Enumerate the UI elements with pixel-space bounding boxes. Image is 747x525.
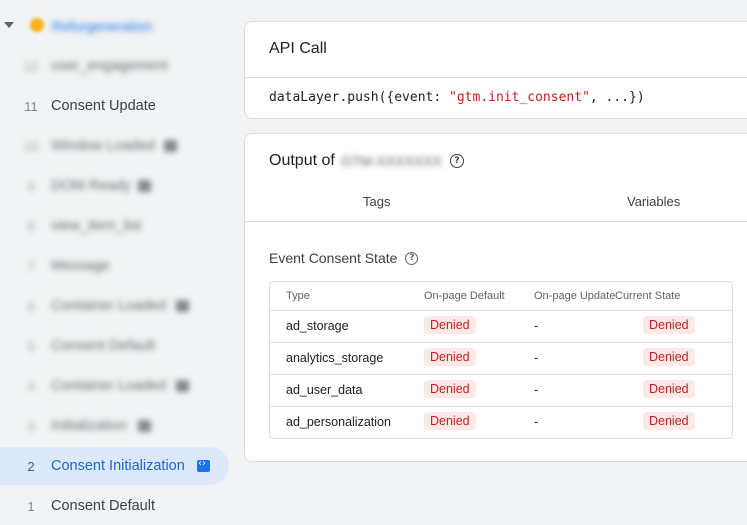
caret-down-icon[interactable] <box>4 22 14 28</box>
column-header: On-page Update <box>534 290 616 302</box>
column-header: Current State <box>615 290 681 302</box>
divider <box>245 221 747 222</box>
tab-tags[interactable]: Tags <box>363 194 390 209</box>
api-call-card: API Call dataLayer.push({event: "gtm.ini… <box>244 21 747 119</box>
code-string: "gtm.init_consent" <box>449 90 590 105</box>
event-number: 11 <box>24 98 38 114</box>
event-item[interactable]: 5 Consent Default <box>0 327 228 365</box>
event-label: Container Loaded <box>51 298 167 314</box>
table-header-row: Type On-page Default On-page Update Curr… <box>270 282 732 310</box>
status-badge: Denied <box>643 412 695 430</box>
table-row: analytics_storage Denied - Denied <box>270 342 732 374</box>
event-label: Consent Default <box>51 338 155 354</box>
consent-type: ad_storage <box>286 319 349 333</box>
event-number: 8 <box>27 218 35 234</box>
event-label: Container Loaded <box>51 378 167 394</box>
output-card: Output of GTM-XXXXXXX ? Tags Variables E… <box>244 133 747 462</box>
status-badge: Denied <box>424 412 476 430</box>
tag-fired-icon <box>176 380 189 392</box>
event-number: 2 <box>27 458 35 474</box>
column-header: Type <box>286 290 310 302</box>
event-label: Consent Update <box>51 98 156 114</box>
status-badge: Denied <box>424 380 476 398</box>
consent-type: analytics_storage <box>286 351 384 365</box>
column-header: On-page Default <box>424 290 505 302</box>
event-number: 3 <box>27 418 35 434</box>
help-icon[interactable]: ? <box>449 154 464 168</box>
output-title: Output of GTM-XXXXXXX ? <box>269 152 464 170</box>
event-item[interactable]: 8 view_item_list <box>0 207 228 245</box>
help-icon[interactable]: ? <box>405 251 419 265</box>
status-badge: Denied <box>643 380 695 398</box>
status-badge: Denied <box>643 348 695 366</box>
tag-fired-icon <box>176 300 189 312</box>
event-label: Initialization <box>51 418 127 434</box>
divider <box>245 77 747 78</box>
api-call-code: dataLayer.push({event: "gtm.init_consent… <box>269 90 645 105</box>
status-badge: Denied <box>424 316 476 334</box>
event-item[interactable]: 3 Initialization <box>0 407 228 445</box>
table-row: ad_user_data Denied - Denied <box>270 374 732 406</box>
event-item-consent-update[interactable]: 11 Consent Update <box>0 87 228 125</box>
event-item[interactable]: 10 Window Loaded <box>0 127 228 165</box>
output-title-text: Output of <box>269 152 335 169</box>
tab-variables[interactable]: Variables <box>627 194 680 209</box>
status-badge: Denied <box>643 316 695 334</box>
consent-type: ad_user_data <box>286 383 363 397</box>
update-value: - <box>534 383 539 397</box>
event-number: 7 <box>27 258 35 274</box>
event-number: 9 <box>27 178 35 194</box>
code-suffix: , ...}) <box>589 90 645 105</box>
container-id: GTM-XXXXXXX <box>340 153 442 169</box>
event-label: Message <box>51 258 110 274</box>
event-label: view_item_list <box>51 218 142 234</box>
consent-state-table: Type On-page Default On-page Update Curr… <box>269 281 733 439</box>
event-number: 6 <box>27 298 35 314</box>
api-call-title: API Call <box>269 40 327 57</box>
event-number: 12 <box>23 58 39 74</box>
event-item[interactable]: 6 Container Loaded <box>0 287 228 325</box>
event-number: 5 <box>27 338 35 354</box>
table-row: ad_personalization Denied - Denied <box>270 406 732 438</box>
event-number: 4 <box>27 378 35 394</box>
event-item[interactable]: 9 DOM Ready <box>0 167 228 205</box>
consent-type: ad_personalization <box>286 415 391 429</box>
event-number: 1 <box>27 498 35 514</box>
event-consent-state-title: Event Consent State <box>269 250 398 266</box>
site-favicon-icon <box>30 18 44 32</box>
event-label: user_engagement <box>51 58 168 74</box>
event-item-consent-default[interactable]: 1 Consent Default <box>0 487 228 525</box>
event-label: Consent Initialization <box>51 458 185 474</box>
tag-fired-icon <box>164 140 177 152</box>
event-label: Window Loaded <box>51 138 155 154</box>
site-header[interactable]: Refurgeneration <box>0 10 236 42</box>
event-item[interactable]: 7 Message <box>0 247 228 285</box>
event-item[interactable]: 12 user_engagement <box>0 47 228 85</box>
event-item[interactable]: 4 Container Loaded <box>0 367 228 405</box>
status-badge: Denied <box>424 348 476 366</box>
table-row: ad_storage Denied - Denied <box>270 310 732 342</box>
event-sidebar: Refurgeneration 12 user_engagement 11 Co… <box>0 0 236 525</box>
update-value: - <box>534 351 539 365</box>
section-title: Event Consent State ? <box>269 250 419 266</box>
code-icon <box>197 458 210 472</box>
code-prefix: dataLayer.push({event: <box>269 90 450 105</box>
update-value: - <box>534 319 539 333</box>
update-value: - <box>534 415 539 429</box>
tag-fired-icon <box>138 180 151 192</box>
tag-fired-icon <box>138 420 151 432</box>
event-label: DOM Ready <box>51 178 131 194</box>
site-name: Refurgeneration <box>52 18 153 34</box>
event-number: 10 <box>23 138 39 154</box>
event-item-consent-initialization[interactable]: 2 Consent Initialization <box>0 447 229 485</box>
event-label: Consent Default <box>51 498 155 514</box>
